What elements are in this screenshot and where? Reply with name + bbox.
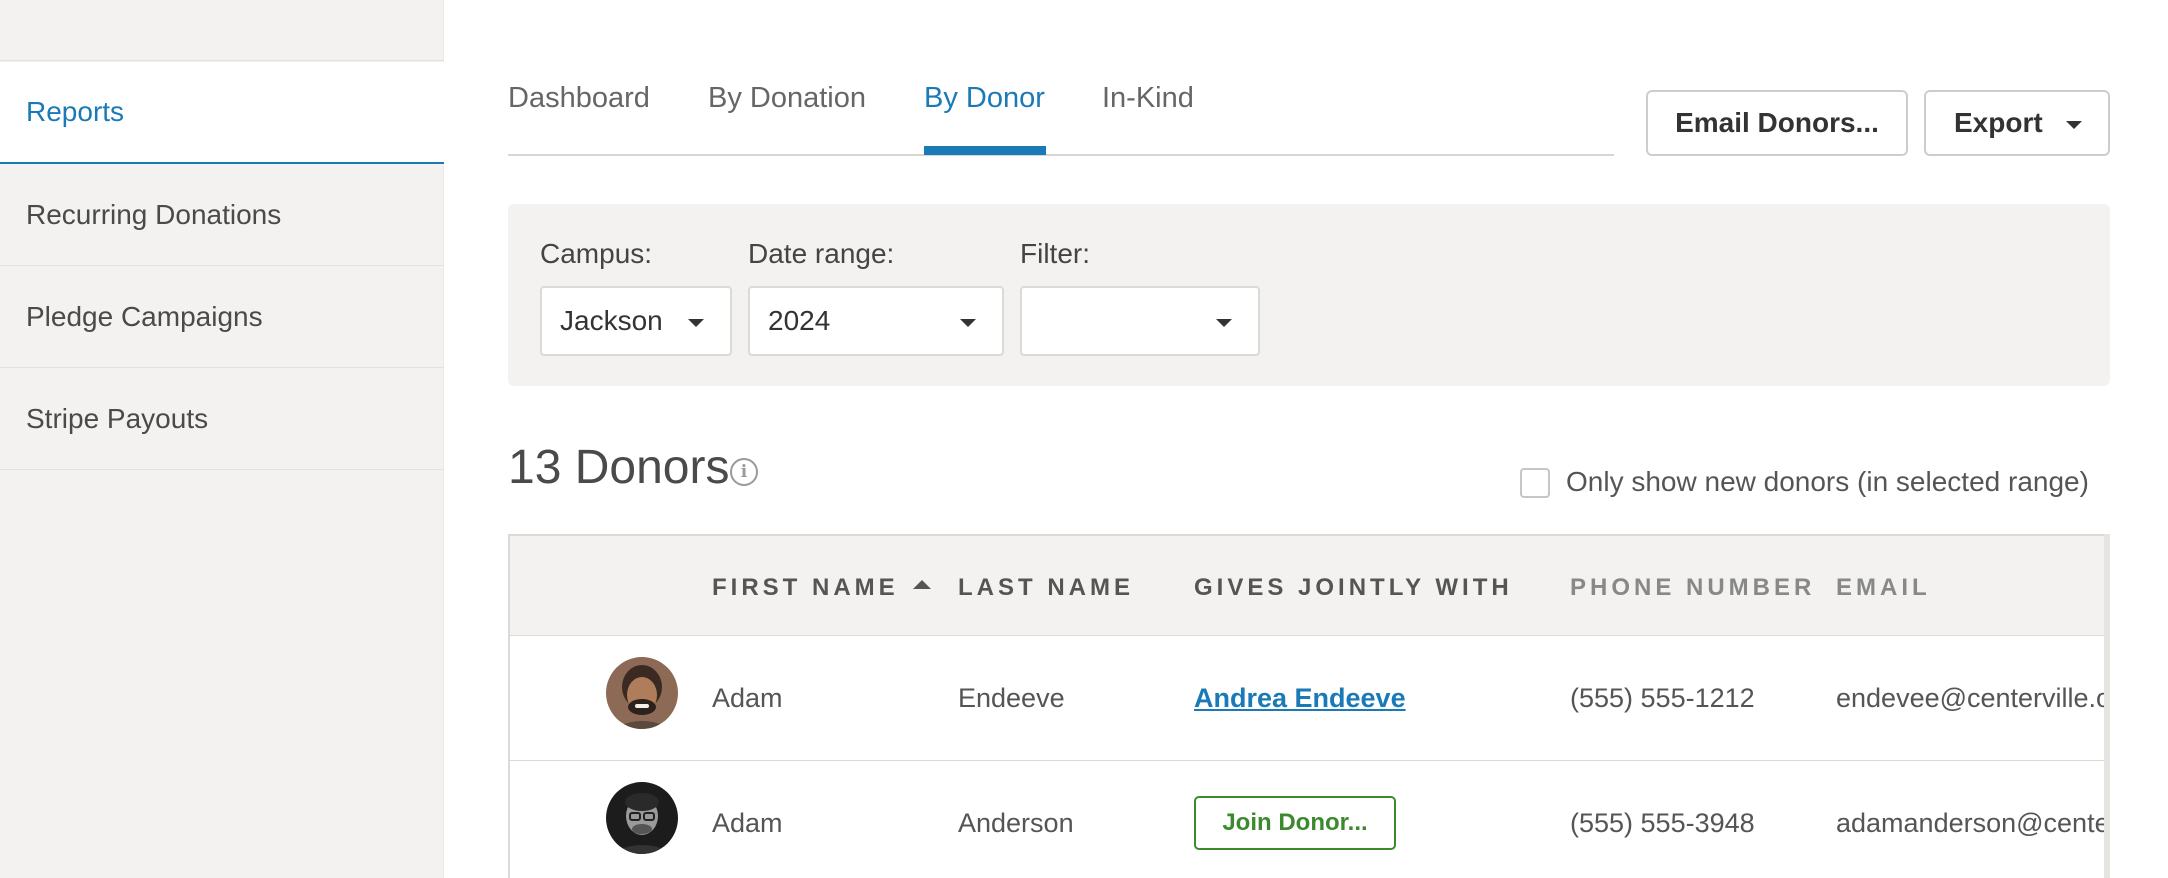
tab-by-donation[interactable]: By Donation <box>708 82 866 115</box>
campus-select[interactable]: Jackson <box>540 286 732 356</box>
campus-value: Jackson <box>560 305 663 336</box>
info-icon[interactable]: i <box>730 458 758 486</box>
filter-label: Filter: <box>1020 238 1090 269</box>
sidebar-item-pledge-campaigns[interactable]: Pledge Campaigns <box>0 266 444 368</box>
tab-dashboard[interactable]: Dashboard <box>508 82 650 115</box>
last-name-cell: Endeeve <box>958 683 1065 713</box>
chevron-down-icon <box>2066 121 2082 129</box>
sidebar-item-reports[interactable]: Reports <box>0 62 444 164</box>
sidebar-top-spacer <box>0 0 444 61</box>
last-name-cell: Anderson <box>958 808 1074 838</box>
email-cell: adamanderson@centerville.org <box>1836 808 2110 838</box>
email-donors-button[interactable]: Email Donors... <box>1646 90 1908 156</box>
email-donors-label: Email Donors... <box>1675 107 1879 138</box>
filter-select[interactable] <box>1020 286 1260 356</box>
sidebar: Reports Recurring Donations Pledge Campa… <box>0 0 444 878</box>
tab-by-donor[interactable]: By Donor <box>924 82 1045 115</box>
export-label: Export <box>1954 107 2043 138</box>
sidebar-item-label: Pledge Campaigns <box>26 300 263 332</box>
first-name-cell: Adam <box>712 808 783 838</box>
sidebar-item-recurring-donations[interactable]: Recurring Donations <box>0 164 444 266</box>
chevron-down-icon <box>688 319 704 327</box>
column-header-phone[interactable]: PHONE NUMBER <box>1570 574 1815 602</box>
phone-cell: (555) 555-3948 <box>1570 808 1755 838</box>
chevron-down-icon <box>1216 319 1232 327</box>
column-header-email[interactable]: EMAIL <box>1836 574 1931 602</box>
phone-cell: (555) 555-1212 <box>1570 683 1755 713</box>
export-button[interactable]: Export <box>1924 90 2110 156</box>
join-donor-label: Join Donor... <box>1222 809 1368 836</box>
column-header-last-name[interactable]: LAST NAME <box>958 574 1134 602</box>
avatar <box>606 657 678 729</box>
new-donors-checkbox[interactable] <box>1520 468 1550 498</box>
donor-count-heading: 13 Donors <box>508 441 730 494</box>
date-range-select[interactable]: 2024 <box>748 286 1004 356</box>
sidebar-item-label: Reports <box>26 96 125 127</box>
column-header-gives-jointly[interactable]: GIVES JOINTLY WITH <box>1194 574 1513 602</box>
report-tabs: Dashboard By Donation By Donor In-Kind <box>508 60 1614 156</box>
sidebar-item-label: Recurring Donations <box>26 198 282 230</box>
donors-table: FIRST NAME LAST NAME GIVES JOINTLY WITH … <box>508 534 2110 878</box>
column-header-label: FIRST NAME <box>712 574 899 601</box>
tab-in-kind[interactable]: In-Kind <box>1102 82 1194 115</box>
column-header-first-name[interactable]: FIRST NAME <box>712 574 931 602</box>
sort-ascending-icon <box>912 580 931 590</box>
table-scroll-edge <box>2104 534 2110 878</box>
date-range-value: 2024 <box>768 305 831 336</box>
table-row[interactable]: Adam Anderson Join Donor... (555) 555-39… <box>510 762 2108 878</box>
campus-label: Campus: <box>540 238 653 269</box>
table-row[interactable]: Adam Endeeve Andrea Endeeve (555) 555-12… <box>510 637 2108 761</box>
sidebar-item-label: Stripe Payouts <box>26 402 209 434</box>
avatar <box>606 782 678 854</box>
sidebar-item-stripe-payouts[interactable]: Stripe Payouts <box>0 368 444 470</box>
email-cell: endevee@centerville.org <box>1836 683 2110 713</box>
joint-donor-link[interactable]: Andrea Endeeve <box>1194 683 1406 714</box>
new-donors-checkbox-label: Only show new donors (in selected range) <box>1566 466 2089 497</box>
date-range-label: Date range: <box>748 238 895 269</box>
chevron-down-icon <box>960 319 976 327</box>
active-tab-indicator <box>924 146 1046 155</box>
filter-panel: Campus: Jackson Date range: 2024 Filter: <box>508 204 2110 386</box>
first-name-cell: Adam <box>712 683 783 713</box>
join-donor-button[interactable]: Join Donor... <box>1194 796 1396 850</box>
table-header: FIRST NAME LAST NAME GIVES JOINTLY WITH … <box>510 536 2108 636</box>
